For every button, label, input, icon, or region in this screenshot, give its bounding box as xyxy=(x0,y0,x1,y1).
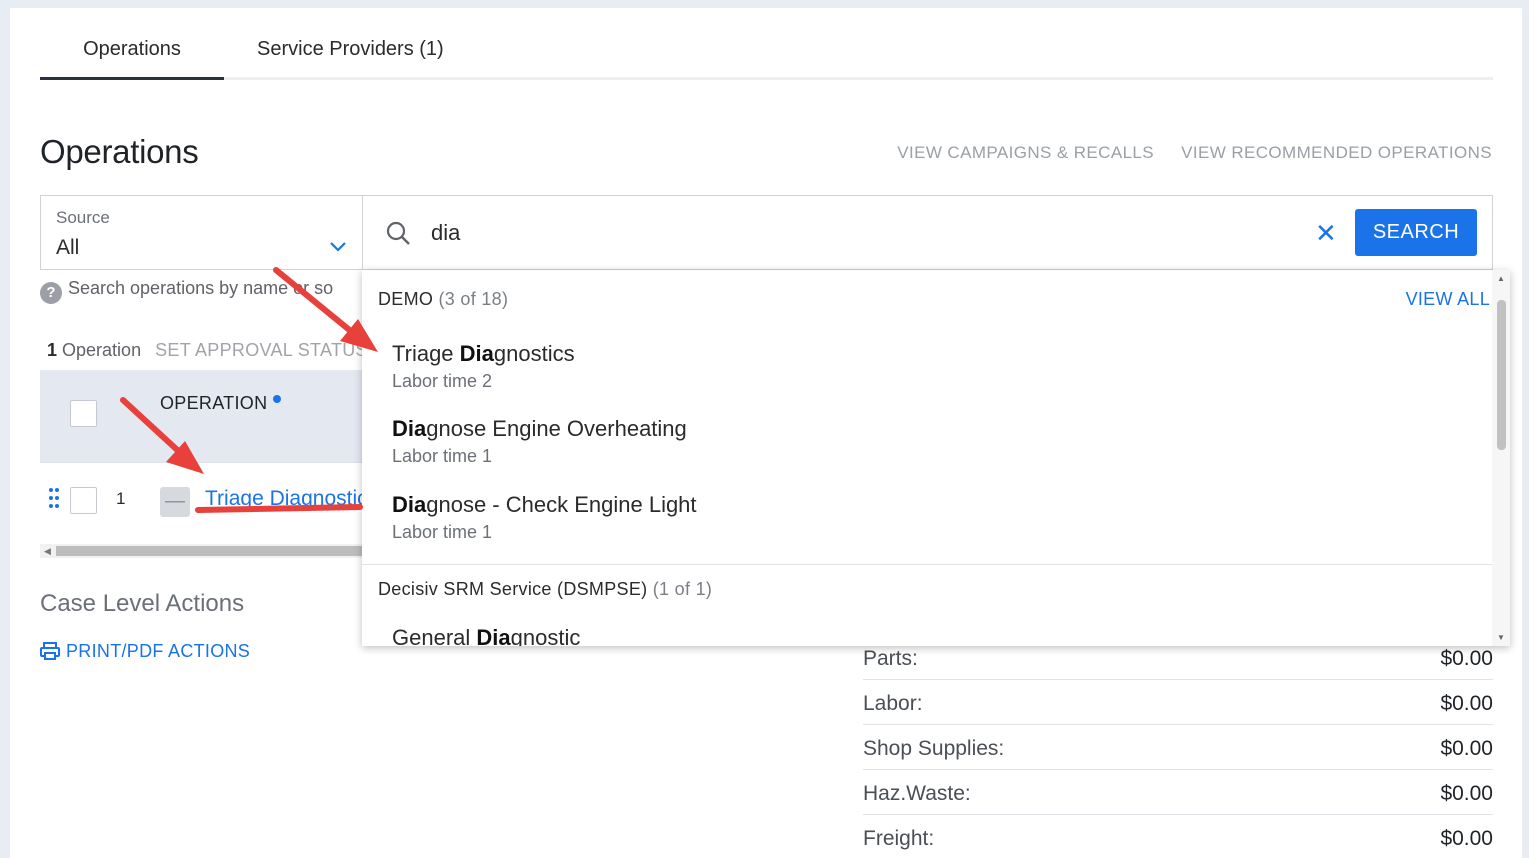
row-number: 1 xyxy=(116,489,126,508)
source-select[interactable]: Source All xyxy=(40,195,363,270)
search-icon xyxy=(386,221,410,245)
total-label: Parts: xyxy=(863,647,918,670)
view-campaigns-link[interactable]: VIEW CAMPAIGNS & RECALLS xyxy=(897,143,1154,162)
print-pdf-label: PRINT/PDF ACTIONS xyxy=(66,641,251,661)
required-dot-icon xyxy=(273,395,282,403)
scrollbar-thumb[interactable] xyxy=(1497,300,1506,450)
result-match: Dia xyxy=(392,416,427,441)
total-value: $0.00 xyxy=(1440,647,1493,670)
scroll-up-arrow-icon[interactable]: ▲ xyxy=(1497,274,1505,283)
column-header-label: OPERATION xyxy=(160,393,268,413)
search-button[interactable]: SEARCH xyxy=(1355,209,1477,256)
vertical-scrollbar[interactable]: ▲ ▼ xyxy=(1492,270,1510,646)
tab-service-providers[interactable]: Service Providers (1) xyxy=(257,38,444,80)
totals-list: Parts: $0.00 Labor: $0.00 Shop Supplies: $0… xyxy=(863,635,1493,858)
help-icon: ? xyxy=(40,282,62,304)
operation-count-row: 1 Operation SET APPROVAL STATUS xyxy=(47,340,367,361)
search-input[interactable] xyxy=(431,216,1291,250)
result-labor-time: Labor time 2 xyxy=(392,371,493,391)
result-item[interactable]: General Diagnostic xyxy=(392,625,1472,646)
total-label: Shop Supplies: xyxy=(863,737,1005,760)
printer-icon xyxy=(40,642,60,660)
table-header: OPERATION xyxy=(40,370,370,462)
group-header-decisiv: Decisiv SRM Service (DSMPSE) (1 of 1) xyxy=(378,579,712,600)
drag-handle-icon[interactable] xyxy=(48,487,60,509)
group-count: (3 of 18) xyxy=(438,289,509,309)
group-name: DEMO xyxy=(378,289,434,309)
operation-link[interactable]: Triage Diagnostics xyxy=(205,487,365,511)
view-recommended-link[interactable]: VIEW RECOMMENDED OPERATIONS xyxy=(1181,143,1492,162)
result-name: Triage Diagnostics xyxy=(392,341,575,366)
search-hint-text: Search operations by name or so xyxy=(68,278,334,298)
result-match: Dia xyxy=(392,492,427,517)
group-header-demo: DEMO (3 of 18) xyxy=(378,289,508,310)
source-value: All xyxy=(56,236,80,259)
search-box: ✕ SEARCH xyxy=(363,195,1493,270)
column-header-operation[interactable]: OPERATION xyxy=(160,393,282,414)
total-value: $0.00 xyxy=(1440,692,1493,715)
result-name: Diagnose Engine Overheating xyxy=(392,416,687,441)
total-label: Freight: xyxy=(863,827,935,850)
total-value: $0.00 xyxy=(1440,782,1493,805)
result-item[interactable]: Diagnose - Check Engine Light Labor time… xyxy=(392,492,1472,543)
print-pdf-actions-link[interactable]: PRINT/PDF ACTIONS xyxy=(40,641,250,662)
result-match: Dia xyxy=(476,625,511,646)
view-all-link[interactable]: VIEW ALL xyxy=(1406,289,1490,310)
group-divider xyxy=(362,564,1492,565)
tab-operations[interactable]: Operations xyxy=(40,38,224,80)
scrollbar-thumb[interactable] xyxy=(56,546,370,556)
operation-count: 1 xyxy=(47,340,58,360)
search-hint: ? Search operations by name or so xyxy=(40,278,370,304)
page-title: Operations xyxy=(40,133,199,170)
result-item[interactable]: Diagnose Engine Overheating Labor time 1 xyxy=(392,416,1472,467)
result-name: General Diagnostic xyxy=(392,625,1472,646)
select-all-checkbox[interactable] xyxy=(70,400,97,427)
top-links: VIEW CAMPAIGNS & RECALLS VIEW RECOMMENDE… xyxy=(875,143,1492,163)
result-name: Diagnose - Check Engine Light xyxy=(392,492,697,517)
total-row-labor: Labor: $0.00 xyxy=(863,680,1493,725)
total-value: $0.00 xyxy=(1440,737,1493,760)
total-label: Haz.Waste: xyxy=(863,782,971,805)
operation-count-label: Operation xyxy=(62,340,142,360)
total-row-freight: Freight: $0.00 xyxy=(863,815,1493,858)
result-match: Dia xyxy=(459,341,494,366)
group-name: Decisiv SRM Service (DSMPSE) xyxy=(378,579,648,599)
search-results-dropdown: DEMO (3 of 18) VIEW ALL Triage Diagnosti… xyxy=(362,270,1510,646)
scroll-left-arrow-icon[interactable]: ◀ xyxy=(44,546,51,557)
set-approval-status-link[interactable]: SET APPROVAL STATUS xyxy=(155,340,367,360)
scroll-down-arrow-icon[interactable]: ▼ xyxy=(1497,633,1505,642)
collapse-button[interactable]: — xyxy=(160,487,190,517)
case-level-actions-title: Case Level Actions xyxy=(40,590,245,617)
chevron-down-icon xyxy=(330,242,346,252)
total-row-shop-supplies: Shop Supplies: $0.00 xyxy=(863,725,1493,770)
source-label: Source xyxy=(56,208,110,227)
total-label: Labor: xyxy=(863,692,923,715)
table-row: 1 — Triage Diagnostics xyxy=(40,462,370,542)
clear-icon[interactable]: ✕ xyxy=(1315,218,1337,249)
tab-bar: Operations Service Providers (1) xyxy=(40,30,1493,80)
row-checkbox[interactable] xyxy=(70,487,97,514)
result-item[interactable]: Triage Diagnostics Labor time 2 xyxy=(392,341,1472,392)
total-value: $0.00 xyxy=(1440,827,1493,850)
result-labor-time: Labor time 1 xyxy=(392,522,493,542)
total-row-haz-waste: Haz.Waste: $0.00 xyxy=(863,770,1493,815)
horizontal-scrollbar[interactable]: ◀ xyxy=(40,544,370,558)
group-count: (1 of 1) xyxy=(652,579,713,599)
result-labor-time: Labor time 1 xyxy=(392,446,493,466)
